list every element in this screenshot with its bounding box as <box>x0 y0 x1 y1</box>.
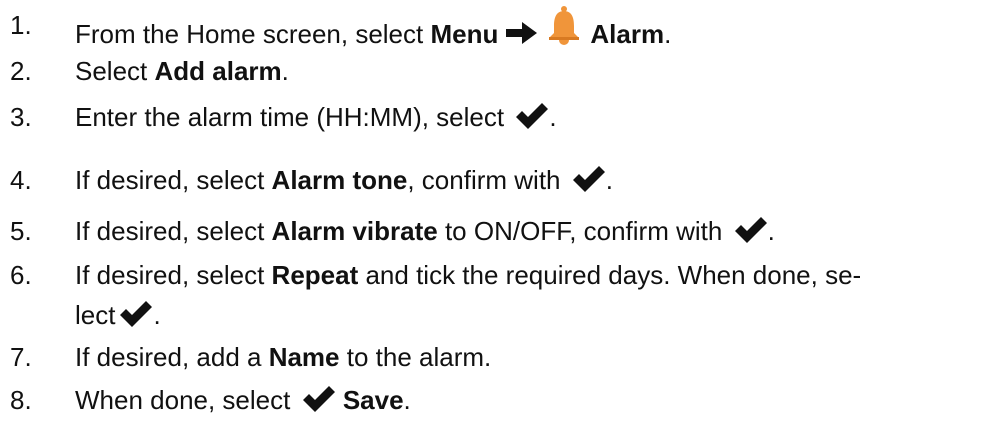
check-icon <box>302 386 335 412</box>
check-icon <box>120 301 153 327</box>
step-number: 7. <box>10 342 32 372</box>
step-text: If desired, select Repeat and tick the r… <box>75 260 862 330</box>
alarm-tone-label: Alarm tone <box>271 165 408 195</box>
bell-icon <box>549 6 580 45</box>
alarm-label: Alarm <box>590 19 665 49</box>
check-icon <box>572 166 605 192</box>
name-label: Name <box>268 342 340 372</box>
step-text: If desired, select Alarm vibrate to ON/O… <box>75 216 775 246</box>
step-number: 4. <box>10 165 32 195</box>
step-6: 6. If desired, select Repeat and tick th… <box>0 255 988 339</box>
step-number: 1. <box>10 10 32 40</box>
save-label: Save <box>342 385 404 415</box>
step-number: 5. <box>10 216 32 246</box>
step-text: When done, select Save. <box>75 385 411 415</box>
check-icon <box>516 103 549 129</box>
step-text: If desired, select Alarm tone, confirm w… <box>75 165 613 195</box>
step-text: From the Home screen, select Menu Alarm. <box>75 5 671 54</box>
add-alarm-label: Add alarm <box>154 56 282 86</box>
step-number: 6. <box>10 260 32 290</box>
step-number: 8. <box>10 385 32 415</box>
step-text: Enter the alarm time (HH:MM), select . <box>75 102 557 132</box>
repeat-label: Repeat <box>271 260 359 290</box>
menu-label: Menu <box>430 19 499 49</box>
step-number: 3. <box>10 102 32 132</box>
arrow-right-icon <box>506 22 538 44</box>
alarm-vibrate-label: Alarm vibrate <box>271 216 438 246</box>
step-text: If desired, add a Name to the alarm. <box>75 342 492 372</box>
step-text: Select Add alarm. <box>75 56 289 86</box>
step-number: 2. <box>10 56 32 86</box>
check-icon <box>734 217 767 243</box>
